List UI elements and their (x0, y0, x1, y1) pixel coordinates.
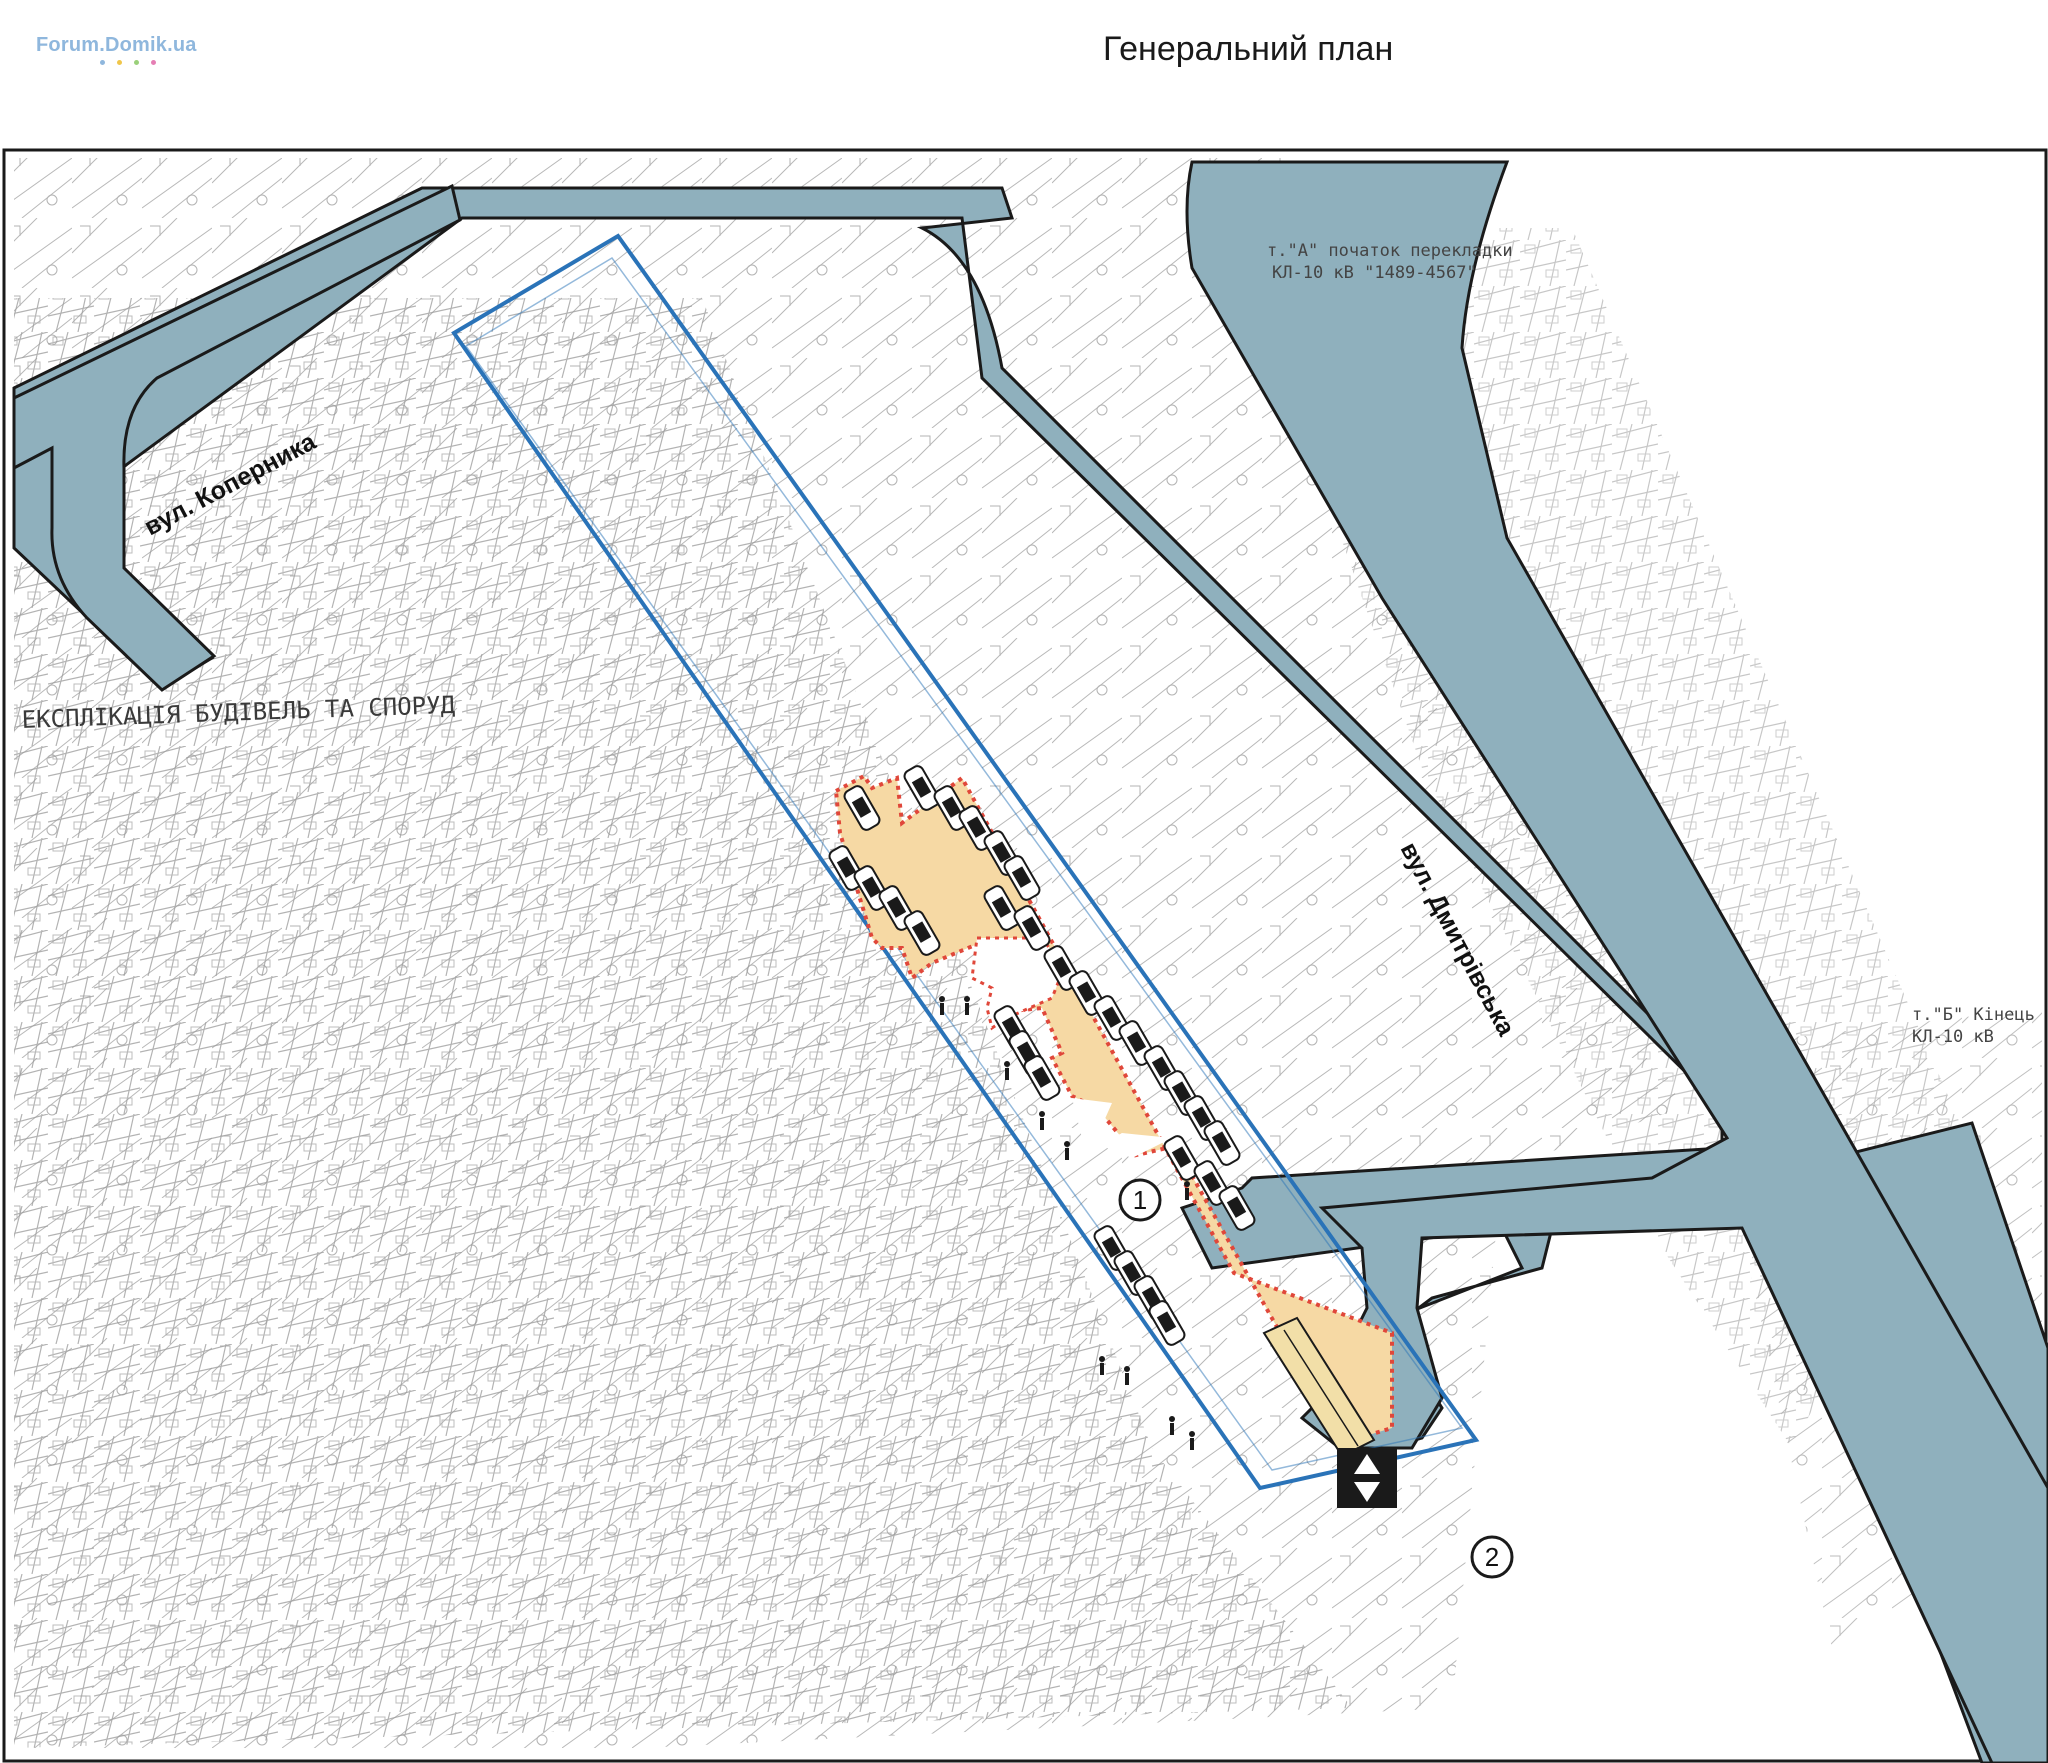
watermark-dot (134, 60, 139, 65)
survey-note-top-2: КЛ-10 кВ "1489-4567" (1272, 263, 1477, 283)
marker-1-label: 1 (1133, 1185, 1147, 1215)
marker-2[interactable]: 2 (1470, 1535, 1514, 1579)
watermark-dot (117, 60, 122, 65)
watermark-dots (100, 60, 156, 65)
entry-gate (1337, 1448, 1397, 1508)
marker-2-label: 2 (1485, 1542, 1499, 1572)
watermark-dot (151, 60, 156, 65)
page-title: Генеральний план (1103, 30, 1394, 68)
marker-1[interactable]: 1 (1118, 1178, 1162, 1222)
site-plan-map[interactable]: 1 2 вул. Коперника вул. Дмитрівська ЕКСП… (2, 148, 2048, 1763)
forum-watermark: Forum.Domik.ua (36, 34, 197, 56)
survey-note-right-2: КЛ-10 кВ (1912, 1027, 1994, 1047)
watermark-dot (100, 60, 105, 65)
survey-note-right-1: т."Б" Кінець (1912, 1005, 2035, 1025)
survey-note-top-1: т."А" початок перекладки (1267, 241, 1513, 261)
